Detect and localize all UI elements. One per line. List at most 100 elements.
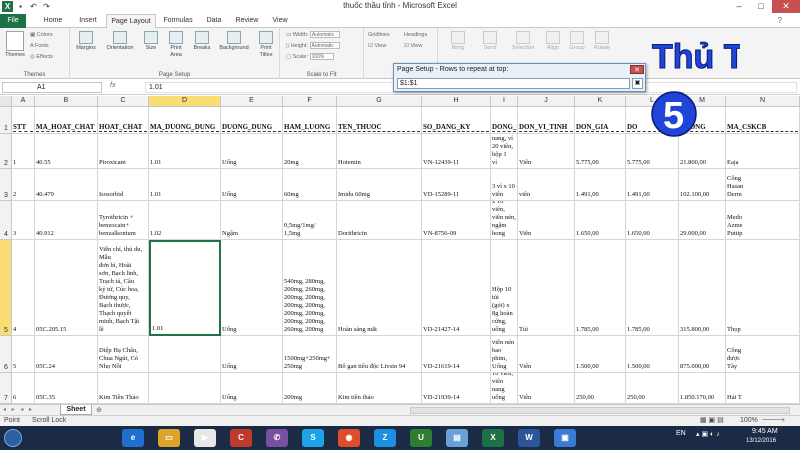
cell-j3[interactable]: viên — [518, 169, 575, 201]
send-backward-button[interactable]: Send — [478, 31, 502, 52]
cell-d5[interactable]: 1.01 — [149, 240, 221, 336]
close-button[interactable]: ✕ — [772, 0, 800, 13]
fonts-button[interactable]: A Fonts — [30, 42, 49, 50]
tab-page-layout[interactable]: Page Layout — [106, 14, 156, 29]
collapse-dialog-button[interactable]: ▣ — [632, 78, 643, 89]
cell-i5[interactable]: Hộp 10 túi (gói) x 8g hoàn cứng, uống — [491, 240, 518, 336]
name-box[interactable]: A1 — [2, 82, 102, 93]
column-header-c[interactable]: C — [98, 96, 149, 107]
cell-c3[interactable]: Isosorbid — [98, 169, 149, 201]
column-header-e[interactable]: E — [221, 96, 283, 107]
cell-f2[interactable]: 20mg — [283, 134, 337, 169]
cell-g2[interactable]: Hotemin — [337, 134, 422, 169]
cell-d4[interactable]: 1.02 — [149, 201, 221, 240]
cell-b3[interactable]: 40.479 — [35, 169, 98, 201]
column-header-f[interactable]: F — [283, 96, 337, 107]
sheet-tab[interactable]: Sheet — [60, 405, 92, 415]
cell-l4[interactable]: 1.650,00 — [626, 201, 679, 240]
cell-h7[interactable]: VD-21939-14 — [422, 373, 491, 404]
cell-a6[interactable]: 5 — [12, 336, 35, 373]
cell-n6[interactable]: Công được Tây — [726, 336, 800, 373]
clock-time[interactable]: 9:45 AM — [752, 428, 778, 435]
excel-icon[interactable]: X — [482, 429, 504, 447]
background-button[interactable]: Background — [216, 31, 252, 52]
cell-i1[interactable]: DONG_GOI — [491, 107, 518, 134]
start-button[interactable] — [4, 429, 22, 447]
group-button[interactable]: Group — [566, 31, 588, 52]
colors-button[interactable]: ▦ Colors — [30, 31, 53, 39]
column-header-b[interactable]: B — [35, 96, 98, 107]
column-header-j[interactable]: J — [518, 96, 575, 107]
cell-l6[interactable]: 1.500,00 — [626, 336, 679, 373]
cell-g6[interactable]: Bổ gan tiêu độc Livsin 94 — [337, 336, 422, 373]
cell-k7[interactable]: 250,00 — [575, 373, 626, 404]
cell-b7[interactable]: 05C.35 — [35, 373, 98, 404]
effects-button[interactable]: ◎ Effects — [30, 53, 53, 61]
row-header-7[interactable]: 7 — [0, 373, 12, 404]
zoom-level[interactable]: 100% — [740, 416, 758, 426]
row-header-1[interactable]: 1 — [0, 107, 12, 134]
cell-m5[interactable]: 315.800,00 — [679, 240, 726, 336]
cell-f5[interactable]: 540mg, 280mg, 200mg, 260mg, 200mg, 200mg… — [283, 240, 337, 336]
cell-e1[interactable]: DUONG_DUNG — [221, 107, 283, 134]
cell-k3[interactable]: 1.491,00 — [575, 169, 626, 201]
cell-e7[interactable]: Uống — [221, 373, 283, 404]
photos-icon[interactable]: ▣ — [554, 429, 576, 447]
print-titles-button[interactable]: Print Titles — [254, 31, 278, 59]
row-header-3[interactable]: 3 — [0, 169, 12, 201]
column-header-d[interactable]: D — [149, 96, 221, 107]
cell-k2[interactable]: 5.775,00 — [575, 134, 626, 169]
cell-i2[interactable]: Viên nang, vỉ 20 viên, hộp 1 vỉ — [491, 134, 518, 169]
ccleaner-icon[interactable]: C — [230, 429, 252, 447]
cell-h4[interactable]: VN-8756-09 — [422, 201, 491, 240]
cell-j7[interactable]: Viên — [518, 373, 575, 404]
cell-f3[interactable]: 60mg — [283, 169, 337, 201]
cell-a1[interactable]: STT — [12, 107, 35, 134]
cell-h6[interactable]: VD-21619-14 — [422, 336, 491, 373]
cell-n7[interactable]: Hải T — [726, 373, 800, 404]
cell-b5[interactable]: 05C.205.15 — [35, 240, 98, 336]
cell-a7[interactable]: 6 — [12, 373, 35, 404]
cell-n4[interactable]: Medo Azme Puttip — [726, 201, 800, 240]
cell-k6[interactable]: 1.500,00 — [575, 336, 626, 373]
bring-forward-button[interactable]: Bring — [446, 31, 470, 52]
cell-e2[interactable]: Uống — [221, 134, 283, 169]
word-icon[interactable]: W — [518, 429, 540, 447]
tab-view[interactable]: View — [266, 14, 294, 28]
size-button[interactable]: Size — [140, 31, 162, 52]
cell-i4[interactable]: Hộp 2 vỉ x 10 viên, viên nén, ngậm hong — [491, 201, 518, 240]
cell-j5[interactable]: Túi — [518, 240, 575, 336]
cell-l3[interactable]: 1.491,00 — [626, 169, 679, 201]
horizontal-scrollbar[interactable] — [410, 407, 790, 414]
row-header-2[interactable]: 2 — [0, 134, 12, 169]
cell-b1[interactable]: MA_HOAT_CHAT — [35, 107, 98, 134]
view-buttons[interactable]: ▦ ▣ ▤ — [700, 416, 724, 426]
cell-j2[interactable]: Viên — [518, 134, 575, 169]
cell-c5[interactable]: Viễn chí, thủ du, Mẫu đơn bì, Hoài sơn, … — [98, 240, 149, 336]
sheet-nav-arrows[interactable]: ◂ ▸ ◂ ▸ — [3, 406, 34, 413]
cell-a2[interactable]: 1 — [12, 134, 35, 169]
cell-k4[interactable]: 1.650,00 — [575, 201, 626, 240]
folder-icon[interactable]: ▭ — [158, 429, 180, 447]
media-icon[interactable]: ▶ — [194, 429, 216, 447]
cell-d2[interactable]: 1.01 — [149, 134, 221, 169]
themes-button[interactable]: Themes — [3, 31, 27, 59]
column-header-a[interactable]: A — [12, 96, 35, 107]
cell-n5[interactable]: Thọp — [726, 240, 800, 336]
zalo-icon[interactable]: Z — [374, 429, 396, 447]
cell-g4[interactable]: Dorithricin — [337, 201, 422, 240]
cell-a4[interactable]: 3 — [12, 201, 35, 240]
cell-m3[interactable]: 102.100,00 — [679, 169, 726, 201]
cell-i3[interactable]: 3 vỉ x 10 viên — [491, 169, 518, 201]
column-header-g[interactable]: G — [337, 96, 422, 107]
tab-formulas[interactable]: Formulas — [158, 14, 198, 28]
cell-a3[interactable]: 2 — [12, 169, 35, 201]
row-header-4[interactable]: 4 — [0, 201, 12, 240]
cell-m7[interactable]: 1.850.170,00 — [679, 373, 726, 404]
cell-k1[interactable]: DON_GIA — [575, 107, 626, 134]
cell-a5[interactable]: 4 — [12, 240, 35, 336]
viber-icon[interactable]: ✆ — [266, 429, 288, 447]
chrome-icon[interactable]: ◉ — [338, 429, 360, 447]
cell-e6[interactable]: Uống — [221, 336, 283, 373]
tab-review[interactable]: Review — [230, 14, 264, 28]
